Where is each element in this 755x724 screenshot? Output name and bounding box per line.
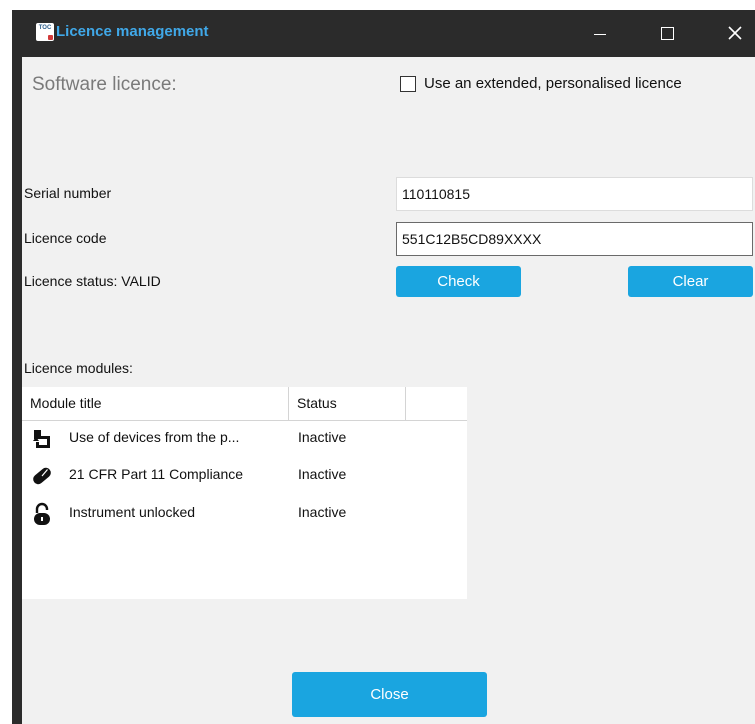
module-status-cell: Inactive [298, 466, 347, 482]
serial-number-label: Serial number [24, 185, 112, 201]
check-button[interactable]: Check [396, 266, 521, 297]
table-row[interactable]: Use of devices from the p... Inactive [22, 421, 467, 457]
window-title: Licence management [56, 23, 209, 40]
title-bar[interactable]: TOC Licence management [22, 10, 755, 57]
module-status-cell: Inactive [298, 429, 347, 445]
licence-status-text: Licence status: VALID [24, 273, 161, 289]
clear-button[interactable]: Clear [628, 266, 753, 297]
maximize-button[interactable] [644, 10, 690, 57]
table-row[interactable]: 21 CFR Part 11 Compliance Inactive [22, 458, 467, 494]
module-title-cell: Use of devices from the p... [69, 429, 240, 445]
licence-modules-table: Module title Status Use of devices from … [22, 387, 467, 599]
close-button[interactable]: Close [292, 672, 487, 717]
close-icon [728, 26, 742, 40]
module-status-cell: Inactive [298, 504, 347, 520]
column-header-status[interactable]: Status [289, 387, 406, 420]
device-plug-icon [33, 430, 50, 448]
pill-capsule-icon [33, 467, 51, 485]
app-icon: TOC [36, 23, 54, 41]
serial-number-field[interactable] [396, 177, 753, 211]
module-title-cell: 21 CFR Part 11 Compliance [69, 466, 244, 482]
extended-licence-checkbox[interactable] [400, 76, 416, 92]
column-header-module-title[interactable]: Module title [22, 387, 289, 420]
licence-code-field[interactable] [396, 222, 753, 256]
unlocked-padlock-icon [34, 502, 50, 525]
column-header-empty [406, 387, 467, 420]
app-icon-text: TOC [38, 25, 52, 31]
licence-modules-heading: Licence modules: [24, 360, 133, 376]
software-licence-heading: Software licence: [32, 74, 177, 95]
close-window-button[interactable] [712, 10, 755, 57]
table-row[interactable]: Instrument unlocked Inactive [22, 496, 467, 532]
licence-management-window: TOC Licence management Software licence:… [12, 10, 755, 724]
minimize-button[interactable] [577, 10, 623, 57]
licence-code-label: Licence code [24, 230, 107, 246]
table-header: Module title Status [22, 387, 467, 421]
module-title-cell: Instrument unlocked [69, 504, 196, 520]
extended-licence-label[interactable]: Use an extended, personalised licence [424, 75, 682, 92]
